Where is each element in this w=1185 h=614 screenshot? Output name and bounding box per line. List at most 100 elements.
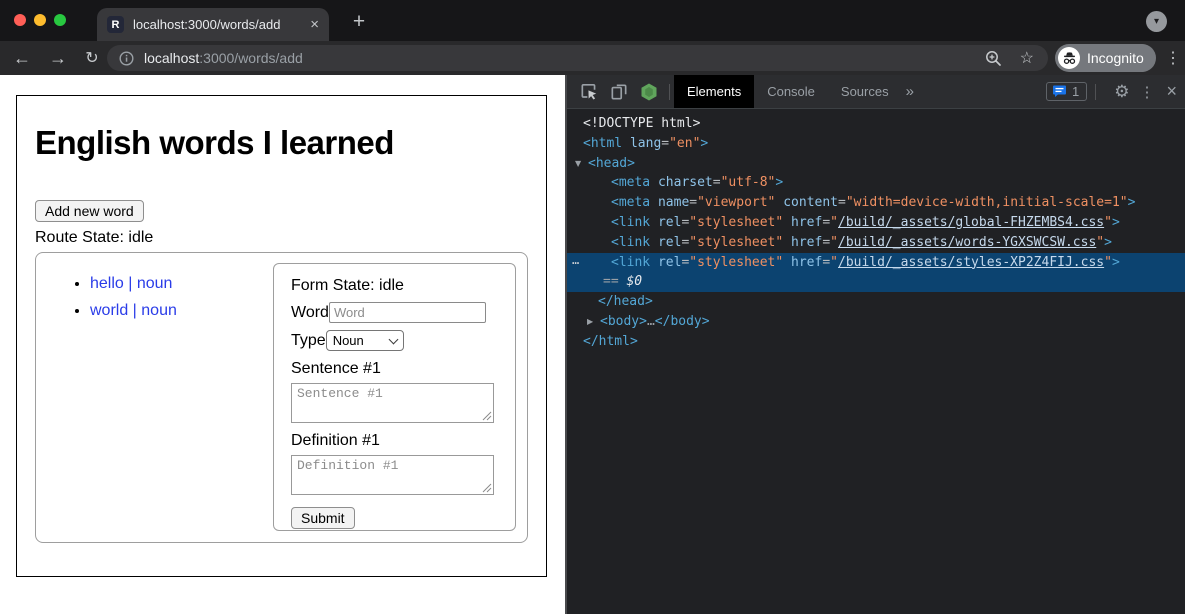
add-new-word-button[interactable]: Add new word (35, 200, 144, 222)
code-token: /build/_assets/words-YGXSWCSW.css (838, 235, 1096, 250)
remix-favicon-icon: R (107, 16, 124, 33)
new-tab-button[interactable]: + (345, 8, 373, 36)
code-token: "viewport" (697, 195, 775, 210)
dom-tree-node[interactable]: <link rel="stylesheet" href="/build/_ass… (567, 213, 1185, 233)
page-info-icon[interactable] (119, 51, 134, 66)
code-token: > (1128, 195, 1136, 210)
dom-tree-node[interactable]: ▼ <head> (567, 154, 1185, 174)
reload-button[interactable]: ↻ (78, 41, 106, 75)
browser-menu-icon[interactable]: ⋮ (1163, 44, 1183, 72)
tab-sources[interactable]: Sources (828, 75, 902, 108)
window-close-button[interactable] (14, 14, 26, 26)
browser-tab[interactable]: R localhost:3000/words/add × (97, 8, 329, 41)
dom-tree-node[interactable]: …<link rel="stylesheet" href="/build/_as… (567, 253, 1185, 273)
type-select[interactable]: Noun (326, 330, 404, 351)
word-input[interactable] (329, 302, 486, 323)
code-token: name (650, 195, 689, 210)
dom-tree-node[interactable]: <meta charset="utf-8"> (567, 173, 1185, 193)
expand-arrow-closed-icon[interactable]: ▶ (587, 312, 593, 332)
toolbar-divider (669, 84, 670, 100)
dom-tree-node[interactable]: </html> (567, 332, 1185, 352)
code-token: " (830, 255, 838, 270)
definition-textarea[interactable] (291, 455, 494, 495)
toolbar-divider (1095, 84, 1096, 100)
code-token: … (647, 314, 655, 329)
dom-tree-node[interactable]: <link rel="stylesheet" href="/build/_ass… (567, 233, 1185, 253)
window-zoom-button[interactable] (54, 14, 66, 26)
tab-search-icon[interactable]: ▾ (1146, 11, 1167, 32)
definition-label: Definition #1 (291, 432, 498, 450)
back-button[interactable]: ← (8, 41, 36, 75)
tab-elements[interactable]: Elements (674, 75, 754, 108)
word-link[interactable]: hello | noun (90, 275, 172, 292)
code-token: <head> (588, 156, 635, 171)
code-token: "utf-8" (721, 175, 776, 190)
code-token: <body> (600, 314, 647, 329)
code-token: > (1112, 215, 1120, 230)
code-token: = (689, 195, 697, 210)
resize-grip-icon[interactable] (482, 411, 492, 421)
issues-bubble-icon (1052, 85, 1067, 98)
word-link[interactable]: world | noun (90, 302, 177, 319)
code-token: </body> (655, 314, 710, 329)
code-token: "stylesheet" (689, 215, 783, 230)
submit-button[interactable]: Submit (291, 507, 355, 529)
code-token: > (700, 136, 708, 151)
code-token: href (783, 215, 822, 230)
code-token: href (783, 255, 822, 270)
dom-tree-node[interactable]: <meta name="viewport" content="width=dev… (567, 193, 1185, 213)
code-token: </head> (598, 294, 653, 309)
node-overflow-menu-icon[interactable]: … (572, 251, 580, 271)
tab-strip: R localhost:3000/words/add × + ▾ (0, 0, 1185, 41)
dom-tree: <!DOCTYPE html><html lang="en">▼ <head> <m… (567, 109, 1185, 352)
code-token: == (603, 274, 626, 289)
code-token: = (838, 195, 846, 210)
issues-count: 1 (1072, 84, 1079, 99)
dom-tree-node[interactable]: <!DOCTYPE html> (567, 114, 1185, 134)
code-token: " (830, 215, 838, 230)
code-token: <html (583, 136, 622, 151)
sentence-textarea[interactable] (291, 383, 494, 423)
forward-button[interactable]: → (44, 41, 72, 75)
code-token: = (822, 255, 830, 270)
dom-tree-node[interactable]: == $0 (567, 272, 1185, 292)
devtools-close-icon[interactable]: × (1166, 81, 1177, 102)
url-text[interactable]: localhost:3000/words/add (144, 50, 985, 66)
address-bar[interactable]: localhost:3000/words/add ☆ (107, 45, 1048, 71)
bookmark-star-icon[interactable]: ☆ (1020, 48, 1034, 68)
code-token: > (1104, 235, 1112, 250)
tab-title: localhost:3000/words/add (133, 17, 304, 32)
word-label: Word (291, 304, 329, 322)
tab-close-icon[interactable]: × (310, 16, 319, 33)
code-token: > (1112, 255, 1120, 270)
settings-gear-icon[interactable]: ⚙ (1114, 82, 1129, 102)
tab-console[interactable]: Console (754, 75, 828, 108)
dom-tree-node[interactable]: </head> (567, 292, 1185, 312)
code-token: = (822, 215, 830, 230)
page-content: English words I learned Add new word Rou… (0, 75, 565, 614)
code-token: " (830, 235, 838, 250)
dom-tree-node[interactable]: <html lang="en"> (567, 134, 1185, 154)
type-label: Type (291, 332, 326, 350)
dom-tree-node[interactable]: ▶ <body>…</body> (567, 312, 1185, 332)
device-toolbar-icon[interactable] (609, 82, 629, 102)
incognito-badge: Incognito (1055, 44, 1156, 72)
inspect-element-icon[interactable] (579, 82, 599, 102)
expand-arrow-open-icon[interactable]: ▼ (575, 154, 581, 174)
sentence-label: Sentence #1 (291, 360, 498, 378)
code-token: > (775, 175, 783, 190)
code-token: <link (611, 255, 650, 270)
resize-grip-icon[interactable] (482, 483, 492, 493)
page-title: English words I learned (35, 124, 528, 162)
more-tabs-icon[interactable]: » (906, 83, 914, 100)
code-token: " (1104, 215, 1112, 230)
window-minimize-button[interactable] (34, 14, 46, 26)
code-token: <link (611, 235, 650, 250)
code-token: <link (611, 215, 650, 230)
code-token: lang (622, 136, 661, 151)
zoom-icon[interactable] (985, 50, 1002, 67)
extension-hexagon-icon[interactable] (639, 82, 659, 102)
code-token: " (1104, 255, 1112, 270)
issues-counter[interactable]: 1 (1046, 82, 1087, 101)
devtools-menu-icon[interactable]: ⋮ (1139, 83, 1154, 101)
